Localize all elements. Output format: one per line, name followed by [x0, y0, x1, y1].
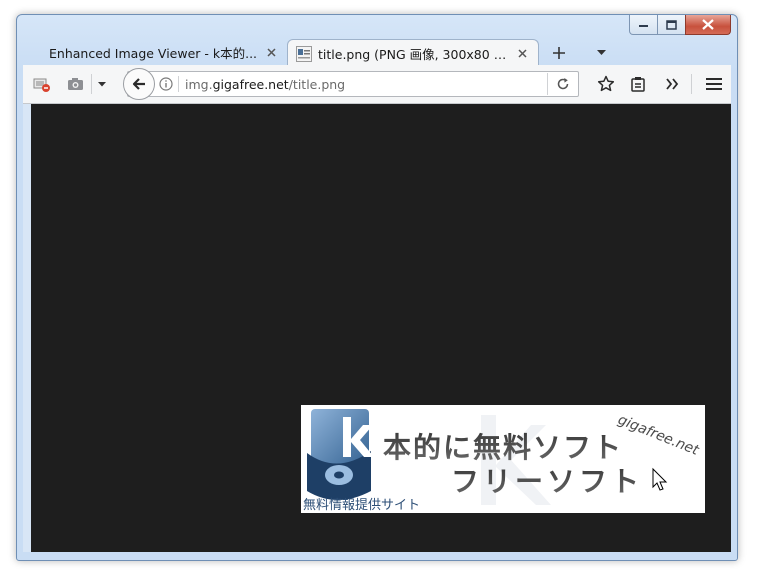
bookmark-star-button[interactable] [595, 73, 617, 95]
logo-bottom-text: 無料情報提供サイト [303, 497, 420, 513]
plus-icon [553, 47, 565, 59]
image-viewer-content[interactable]: 本的に無料ソフト フリーソフト 無料情報提供サイト gigafree.net [31, 104, 731, 552]
tab-list-button[interactable] [593, 45, 609, 61]
overflow-chevron-button[interactable] [661, 73, 683, 95]
site-info-icon[interactable] [158, 76, 174, 92]
addon-button-1[interactable] [31, 73, 53, 95]
content-left-border [23, 104, 31, 552]
chevron-down-icon [98, 81, 106, 86]
tab-label: title.png (PNG 画像, 300x80 px) [318, 47, 510, 62]
reload-button[interactable] [547, 73, 578, 95]
logo-watermark-text: gigafree.net [616, 412, 702, 459]
screenshot-button[interactable] [65, 73, 87, 95]
chevron-down-icon [596, 50, 606, 55]
reload-icon [557, 78, 569, 90]
tab-label: Enhanced Image Viewer - k本的... [49, 45, 258, 61]
tab-strip: Enhanced Image Viewer - k本的... title.png… [23, 35, 731, 67]
url-domain: gigafree.net [212, 76, 289, 92]
window-caption-buttons [629, 15, 731, 35]
clipboard-icon [631, 77, 645, 92]
browser-window: Enhanced Image Viewer - k本的... title.png… [16, 14, 738, 561]
maximize-button[interactable] [657, 15, 686, 35]
camera-icon [68, 78, 83, 90]
image-block-icon [33, 78, 50, 92]
maximize-icon [666, 19, 677, 30]
main-menu-button[interactable] [703, 73, 725, 95]
screenshot-dropdown-button[interactable] [93, 73, 111, 95]
url-path: /title.png [288, 76, 346, 92]
tab-close-icon[interactable] [516, 48, 528, 60]
tab-close-icon[interactable] [265, 46, 277, 58]
close-window-button[interactable] [685, 15, 731, 35]
tab-enhanced-image-viewer[interactable]: Enhanced Image Viewer - k本的... [37, 39, 287, 65]
url-bar[interactable]: img.gigafree.net/title.png [127, 71, 579, 97]
new-tab-button[interactable] [549, 43, 569, 63]
navigation-toolbar: img.gigafree.net/title.png [23, 65, 731, 104]
mouse-cursor-icon [652, 467, 668, 491]
star-icon [597, 75, 615, 92]
url-prefix: img. [185, 76, 213, 92]
window-bottom-border [23, 552, 731, 560]
logo-sub-text: フリーソフト [451, 465, 643, 498]
back-arrow-icon [132, 78, 145, 90]
toolbar-divider [91, 74, 92, 94]
displayed-image[interactable]: 本的に無料ソフト フリーソフト 無料情報提供サイト gigafree.net [301, 405, 705, 513]
logo-main-text: 本的に無料ソフト [383, 431, 623, 464]
url-text[interactable]: img.gigafree.net/title.png [185, 77, 547, 92]
hamburger-menu-icon [706, 78, 722, 90]
gigafree-logo-image: 本的に無料ソフト フリーソフト 無料情報提供サイト gigafree.net [303, 409, 702, 513]
minimize-icon [638, 24, 648, 27]
back-button[interactable] [123, 68, 155, 100]
toolbar-divider [691, 74, 692, 94]
tab-title-png[interactable]: title.png (PNG 画像, 300x80 px) [287, 39, 539, 67]
double-chevron-right-icon [666, 78, 679, 90]
image-favicon-icon [296, 45, 312, 62]
url-divider [178, 76, 179, 92]
minimize-button[interactable] [629, 15, 658, 35]
close-icon [702, 19, 714, 30]
reader-view-button[interactable] [627, 73, 649, 95]
